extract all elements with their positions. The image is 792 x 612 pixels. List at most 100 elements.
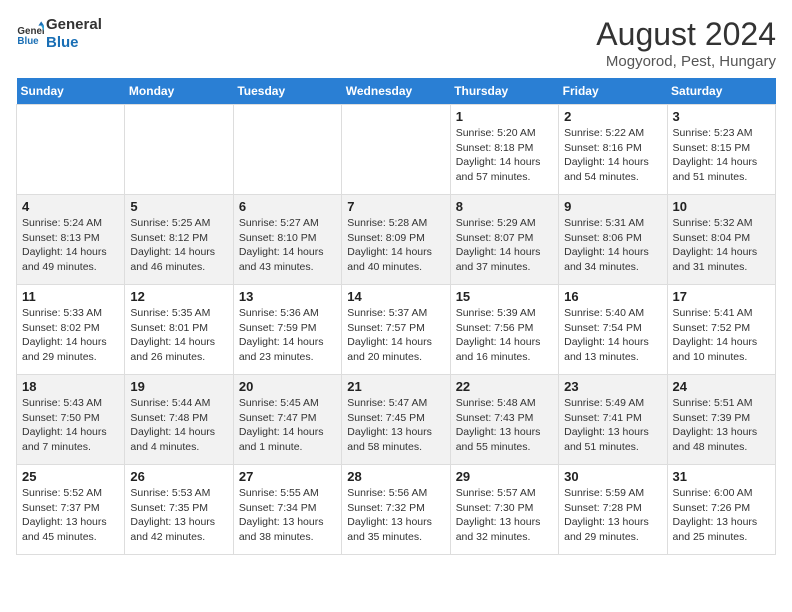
calendar-table: SundayMondayTuesdayWednesdayThursdayFrid… xyxy=(16,78,776,555)
page-header: General Blue General Blue August 2024 Mo… xyxy=(16,16,776,70)
calendar-cell: 28 Sunrise: 5:56 AMSunset: 7:32 PMDayligh… xyxy=(342,465,450,555)
calendar-cell: 14 Sunrise: 5:37 AMSunset: 7:57 PMDayligh… xyxy=(342,285,450,375)
calendar-week-row: 18 Sunrise: 5:43 AMSunset: 7:50 PMDayligh… xyxy=(17,375,776,465)
day-number: 8 xyxy=(456,199,553,214)
page-subtitle: Mogyorod, Pest, Hungary xyxy=(596,53,776,70)
day-info: Sunrise: 5:51 AMSunset: 7:39 PMDaylight:… xyxy=(673,396,770,455)
calendar-cell: 24Sunrise: 5:51 AMSunset: 7:39 PMDayligh… xyxy=(667,375,775,465)
day-number: 17 xyxy=(673,289,770,304)
calendar-header-row: SundayMondayTuesdayWednesdayThursdayFrid… xyxy=(17,78,776,105)
logo-text-general: General xyxy=(46,16,102,34)
page-title: August 2024 xyxy=(596,16,776,53)
day-info: Sunrise: 6:00 AMSunset: 7:26 PMDaylight:… xyxy=(673,486,770,545)
calendar-cell: 21 Sunrise: 5:47 AMSunset: 7:45 PMDayligh… xyxy=(342,375,450,465)
weekday-header-friday: Friday xyxy=(559,78,667,105)
day-number: 23 xyxy=(564,379,661,394)
day-number: 31 xyxy=(673,469,770,484)
day-number: 3 xyxy=(673,109,770,124)
calendar-week-row: 1Sunrise: 5:20 AMSunset: 8:18 PMDaylight… xyxy=(17,105,776,195)
title-block: August 2024 Mogyorod, Pest, Hungary xyxy=(596,16,776,70)
calendar-cell: 23 Sunrise: 5:49 AMSunset: 7:41 PMDayligh… xyxy=(559,375,667,465)
day-info: Sunrise: 5:31 AMSunset: 8:06 PMDaylight:… xyxy=(564,216,661,275)
day-info: Sunrise: 5:20 AMSunset: 8:18 PMDaylight:… xyxy=(456,126,553,185)
day-info: Sunrise: 5:48 AMSunset: 7:43 PMDaylight:… xyxy=(456,396,553,455)
calendar-cell: 19 Sunrise: 5:44 AMSunset: 7:48 PMDayligh… xyxy=(125,375,233,465)
weekday-header-saturday: Saturday xyxy=(667,78,775,105)
day-info: Sunrise: 5:35 AMSunset: 8:01 PMDaylight:… xyxy=(130,306,227,365)
day-info: Sunrise: 5:55 AMSunset: 7:34 PMDaylight:… xyxy=(239,486,336,545)
day-number: 6 xyxy=(239,199,336,214)
day-info: Sunrise: 5:32 AMSunset: 8:04 PMDaylight:… xyxy=(673,216,770,275)
day-number: 9 xyxy=(564,199,661,214)
calendar-cell: 17 Sunrise: 5:41 AMSunset: 7:52 PMDayligh… xyxy=(667,285,775,375)
calendar-cell: 27 Sunrise: 5:55 AMSunset: 7:34 PMDayligh… xyxy=(233,465,341,555)
day-info: Sunrise: 5:44 AMSunset: 7:48 PMDaylight:… xyxy=(130,396,227,455)
day-info: Sunrise: 5:25 AMSunset: 8:12 PMDaylight:… xyxy=(130,216,227,275)
calendar-cell: 5 Sunrise: 5:25 AMSunset: 8:12 PMDaylight… xyxy=(125,195,233,285)
day-number: 21 xyxy=(347,379,444,394)
day-info: Sunrise: 5:45 AMSunset: 7:47 PMDaylight:… xyxy=(239,396,336,455)
calendar-cell: 16Sunrise: 5:40 AMSunset: 7:54 PMDayligh… xyxy=(559,285,667,375)
calendar-cell: 11Sunrise: 5:33 AMSunset: 8:02 PMDayligh… xyxy=(17,285,125,375)
day-info: Sunrise: 5:47 AMSunset: 7:45 PMDaylight:… xyxy=(347,396,444,455)
day-number: 5 xyxy=(130,199,227,214)
day-info: Sunrise: 5:36 AMSunset: 7:59 PMDaylight:… xyxy=(239,306,336,365)
day-info: Sunrise: 5:43 AMSunset: 7:50 PMDaylight:… xyxy=(22,396,119,455)
logo: General Blue General Blue xyxy=(16,16,102,52)
calendar-cell: 18 Sunrise: 5:43 AMSunset: 7:50 PMDayligh… xyxy=(17,375,125,465)
day-number: 25 xyxy=(22,469,119,484)
day-number: 22 xyxy=(456,379,553,394)
day-number: 19 xyxy=(130,379,227,394)
day-number: 18 xyxy=(22,379,119,394)
day-info: Sunrise: 5:29 AMSunset: 8:07 PMDaylight:… xyxy=(456,216,553,275)
day-info: Sunrise: 5:37 AMSunset: 7:57 PMDaylight:… xyxy=(347,306,444,365)
weekday-header-tuesday: Tuesday xyxy=(233,78,341,105)
day-number: 14 xyxy=(347,289,444,304)
calendar-cell xyxy=(342,105,450,195)
calendar-cell: 10 Sunrise: 5:32 AMSunset: 8:04 PMDayligh… xyxy=(667,195,775,285)
calendar-cell: 31 Sunrise: 6:00 AMSunset: 7:26 PMDayligh… xyxy=(667,465,775,555)
calendar-cell: 2Sunrise: 5:22 AMSunset: 8:16 PMDaylight… xyxy=(559,105,667,195)
calendar-cell xyxy=(17,105,125,195)
day-info: Sunrise: 5:41 AMSunset: 7:52 PMDaylight:… xyxy=(673,306,770,365)
day-info: Sunrise: 5:52 AMSunset: 7:37 PMDaylight:… xyxy=(22,486,119,545)
day-number: 26 xyxy=(130,469,227,484)
calendar-cell xyxy=(233,105,341,195)
calendar-cell: 6 Sunrise: 5:27 AMSunset: 8:10 PMDaylight… xyxy=(233,195,341,285)
day-number: 27 xyxy=(239,469,336,484)
day-info: Sunrise: 5:22 AMSunset: 8:16 PMDaylight:… xyxy=(564,126,661,185)
day-info: Sunrise: 5:28 AMSunset: 8:09 PMDaylight:… xyxy=(347,216,444,275)
logo-text-blue: Blue xyxy=(46,34,102,52)
calendar-cell xyxy=(125,105,233,195)
day-number: 29 xyxy=(456,469,553,484)
day-info: Sunrise: 5:56 AMSunset: 7:32 PMDaylight:… xyxy=(347,486,444,545)
day-info: Sunrise: 5:59 AMSunset: 7:28 PMDaylight:… xyxy=(564,486,661,545)
day-number: 7 xyxy=(347,199,444,214)
day-number: 28 xyxy=(347,469,444,484)
day-number: 12 xyxy=(130,289,227,304)
calendar-cell: 25 Sunrise: 5:52 AMSunset: 7:37 PMDayligh… xyxy=(17,465,125,555)
calendar-week-row: 4Sunrise: 5:24 AMSunset: 8:13 PMDaylight… xyxy=(17,195,776,285)
day-number: 10 xyxy=(673,199,770,214)
calendar-cell: 26 Sunrise: 5:53 AMSunset: 7:35 PMDayligh… xyxy=(125,465,233,555)
day-info: Sunrise: 5:33 AMSunset: 8:02 PMDaylight:… xyxy=(22,306,119,365)
calendar-cell: 20Sunrise: 5:45 AMSunset: 7:47 PMDayligh… xyxy=(233,375,341,465)
day-info: Sunrise: 5:39 AMSunset: 7:56 PMDaylight:… xyxy=(456,306,553,365)
svg-text:Blue: Blue xyxy=(17,36,39,47)
day-number: 30 xyxy=(564,469,661,484)
calendar-week-row: 11Sunrise: 5:33 AMSunset: 8:02 PMDayligh… xyxy=(17,285,776,375)
weekday-header-sunday: Sunday xyxy=(17,78,125,105)
calendar-cell: 15 Sunrise: 5:39 AMSunset: 7:56 PMDayligh… xyxy=(450,285,558,375)
calendar-cell: 29Sunrise: 5:57 AMSunset: 7:30 PMDayligh… xyxy=(450,465,558,555)
day-info: Sunrise: 5:53 AMSunset: 7:35 PMDaylight:… xyxy=(130,486,227,545)
day-number: 16 xyxy=(564,289,661,304)
calendar-cell: 3 Sunrise: 5:23 AMSunset: 8:15 PMDaylight… xyxy=(667,105,775,195)
calendar-cell: 22 Sunrise: 5:48 AMSunset: 7:43 PMDayligh… xyxy=(450,375,558,465)
calendar-cell: 13Sunrise: 5:36 AMSunset: 7:59 PMDayligh… xyxy=(233,285,341,375)
day-info: Sunrise: 5:49 AMSunset: 7:41 PMDaylight:… xyxy=(564,396,661,455)
calendar-cell: 8 Sunrise: 5:29 AMSunset: 8:07 PMDaylight… xyxy=(450,195,558,285)
day-info: Sunrise: 5:23 AMSunset: 8:15 PMDaylight:… xyxy=(673,126,770,185)
calendar-cell: 1Sunrise: 5:20 AMSunset: 8:18 PMDaylight… xyxy=(450,105,558,195)
day-info: Sunrise: 5:27 AMSunset: 8:10 PMDaylight:… xyxy=(239,216,336,275)
day-number: 15 xyxy=(456,289,553,304)
